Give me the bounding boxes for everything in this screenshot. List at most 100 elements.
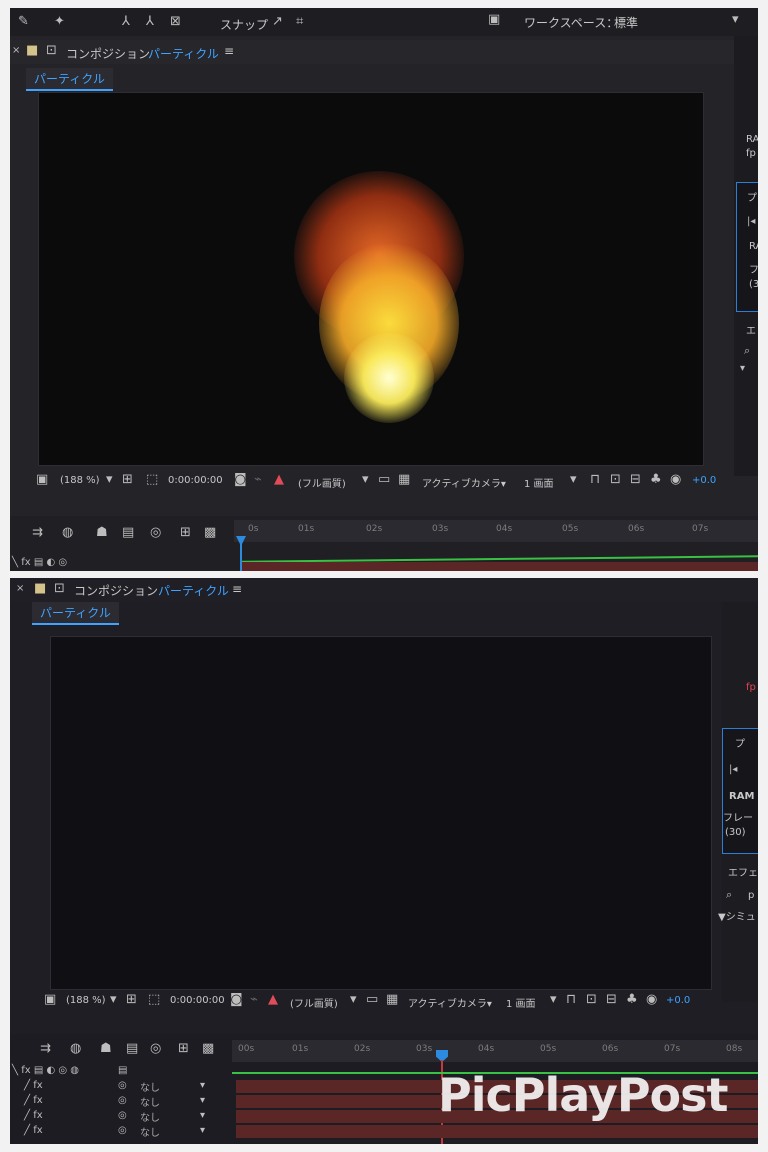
grid-icon[interactable]: ⬚	[146, 473, 158, 487]
draft-3d-icon[interactable]: ◍	[62, 526, 73, 540]
composition-name[interactable]: パーティクル	[158, 582, 229, 599]
close-icon[interactable]: ×	[16, 582, 24, 596]
keyframe-icon[interactable]: ▩	[204, 526, 216, 540]
pickwhip-icon[interactable]: ◎	[118, 1079, 127, 1093]
layer-row[interactable]: ╱ fx ◎ なし ▾	[10, 1094, 240, 1109]
flowchart-icon[interactable]: ♣	[650, 473, 662, 487]
parent-select[interactable]: なし	[140, 1109, 160, 1124]
world-axis-icon[interactable]: ⅄	[146, 15, 154, 29]
view-axis-icon[interactable]: ⊠	[170, 15, 181, 29]
layer-track[interactable]	[236, 1125, 758, 1138]
timecode[interactable]: 0:00:00:00	[170, 995, 225, 1006]
resolution-icon[interactable]: ⊞	[126, 993, 137, 1007]
quality-select[interactable]: (フル画質)	[290, 995, 338, 1010]
resolution-icon[interactable]: ⊞	[122, 473, 133, 487]
flowchart-icon[interactable]: ♣	[626, 993, 638, 1007]
views-select[interactable]: 1 画面	[524, 475, 554, 490]
workspace-value[interactable]: 標準	[614, 14, 638, 31]
lock-icon[interactable]: ⊡	[54, 582, 65, 596]
close-icon[interactable]: ×	[12, 44, 20, 58]
motion-blur-icon[interactable]: ◎	[150, 1042, 161, 1056]
layer-switches-icon[interactable]: ╲ fx ▤ ◐ ◎ ◍	[12, 1064, 79, 1078]
panel-menu-icon[interactable]: ≡	[224, 44, 234, 58]
time-ruler[interactable]: 00s 01s 02s 03s 04s 05s 06s 07s 08s	[232, 1040, 758, 1062]
grid-icon[interactable]: ⬚	[148, 993, 160, 1007]
time-ruler[interactable]: 0s 01s 02s 03s 04s 05s 06s 07s	[234, 520, 758, 542]
quality-select[interactable]: (フル画質)	[298, 475, 346, 490]
comp-mini-flow-icon[interactable]: ⇉	[32, 526, 43, 540]
exposure-value[interactable]: +0.0	[666, 995, 690, 1006]
snap-label[interactable]: スナップ	[220, 16, 268, 33]
parent-dropdown-icon[interactable]: ▾	[200, 1079, 205, 1093]
roi-icon[interactable]: ▭	[366, 993, 378, 1007]
comp-flow-icon[interactable]: ⊟	[606, 993, 617, 1007]
composition-viewer[interactable]	[38, 92, 704, 466]
frame-blend-icon[interactable]: ▤	[122, 526, 134, 540]
fast-preview-icon[interactable]: ⊓	[566, 993, 576, 1007]
panel-menu-icon[interactable]: ≡	[232, 582, 242, 596]
parent-select[interactable]: なし	[140, 1079, 160, 1094]
quality-dropdown-icon[interactable]: ▾	[362, 473, 369, 487]
layer-row[interactable]: ╱ fx ◎ なし ▾	[10, 1109, 240, 1124]
motion-blur-icon[interactable]: ◎	[150, 526, 161, 540]
timeline-icon[interactable]: ⊡	[586, 993, 597, 1007]
graph-editor-icon[interactable]: ⊞	[180, 526, 191, 540]
graph-editor-icon[interactable]: ⊞	[178, 1042, 189, 1056]
shy-icon[interactable]: ☗	[96, 526, 108, 540]
selection-tool-icon[interactable]: ✎	[18, 15, 29, 29]
expand-icon[interactable]: ▾	[740, 362, 745, 376]
reset-exposure-icon[interactable]: ◉	[670, 473, 681, 487]
show-snapshot-icon[interactable]: ⌁	[254, 473, 262, 487]
fx-switch-icon[interactable]: ╱ fx	[24, 1079, 43, 1093]
quality-dropdown-icon[interactable]: ▾	[350, 993, 357, 1007]
parent-select[interactable]: なし	[140, 1124, 160, 1139]
layer-switches-icon[interactable]: ╲ fx ▤ ◐ ◎	[12, 556, 67, 570]
pickwhip-icon[interactable]: ◎	[118, 1094, 127, 1108]
transparency-grid-icon[interactable]: ▦	[386, 993, 398, 1007]
lock-icon[interactable]: ⊡	[46, 44, 57, 58]
parent-dropdown-icon[interactable]: ▾	[200, 1094, 205, 1108]
pickwhip-icon[interactable]: ◎	[118, 1109, 127, 1123]
color-channel-icon[interactable]: ▲	[274, 473, 284, 487]
pickwhip-icon[interactable]: ◎	[118, 1124, 127, 1138]
shy-icon[interactable]: ☗	[100, 1042, 112, 1056]
region-icon[interactable]: ▣	[44, 993, 56, 1007]
color-channel-icon[interactable]: ▲	[268, 993, 278, 1007]
axis-icon[interactable]: ⅄	[122, 15, 130, 29]
snapshot-icon[interactable]: ◙	[230, 993, 243, 1007]
timecode[interactable]: 0:00:00:00	[168, 475, 223, 486]
composition-name[interactable]: パーティクル	[148, 45, 219, 62]
transparency-grid-icon[interactable]: ▦	[398, 473, 410, 487]
fast-preview-icon[interactable]: ⊓	[590, 473, 600, 487]
tab-particle[interactable]: パーティクル	[32, 602, 119, 625]
region-icon[interactable]: ▣	[36, 473, 48, 487]
views-dropdown-icon[interactable]: ▾	[550, 993, 557, 1007]
comp-mini-flow-icon[interactable]: ⇉	[40, 1042, 51, 1056]
reset-exposure-icon[interactable]: ◉	[646, 993, 657, 1007]
timeline-icon[interactable]: ⊡	[610, 473, 621, 487]
parent-dropdown-icon[interactable]: ▾	[200, 1124, 205, 1138]
layer-row[interactable]: ╱ fx ◎ なし ▾	[10, 1124, 240, 1139]
first-frame-icon[interactable]: |◂	[729, 763, 737, 777]
camera-select[interactable]: アクティブカメラ▾	[422, 475, 506, 490]
parent-select[interactable]: なし	[140, 1094, 160, 1109]
fx-switch-icon[interactable]: ╱ fx	[24, 1124, 43, 1138]
search-icon[interactable]: ⌕	[744, 344, 750, 358]
snapshot-icon[interactable]: ◙	[234, 473, 247, 487]
frame-blend-icon[interactable]: ▤	[126, 1042, 138, 1056]
views-select[interactable]: 1 画面	[506, 995, 536, 1010]
search-icon[interactable]: ⌕	[726, 888, 732, 902]
show-snapshot-icon[interactable]: ⌁	[250, 993, 258, 1007]
snap-target-icon[interactable]: ⌗	[296, 15, 303, 29]
camera-select[interactable]: アクティブカメラ▾	[408, 995, 492, 1010]
first-frame-icon[interactable]: |◂	[747, 215, 755, 229]
fx-switch-icon[interactable]: ╱ fx	[24, 1109, 43, 1123]
zoom-level[interactable]: (188 %)	[60, 475, 100, 486]
keyframe-icon[interactable]: ▩	[202, 1042, 214, 1056]
tab-particle[interactable]: パーティクル	[26, 68, 113, 91]
zoom-level[interactable]: (188 %)	[66, 995, 106, 1006]
composition-viewer[interactable]	[50, 636, 712, 990]
fx-switch-icon[interactable]: ╱ fx	[24, 1094, 43, 1108]
pin-tool-icon[interactable]: ✦	[54, 15, 65, 29]
zoom-dropdown-icon[interactable]: ▾	[110, 993, 117, 1007]
